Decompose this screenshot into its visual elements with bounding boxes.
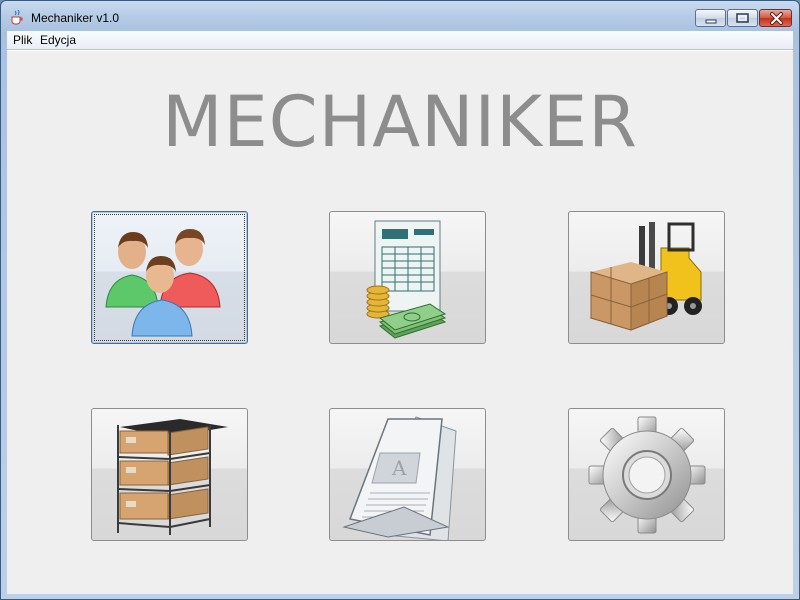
minimize-icon (705, 19, 717, 24)
minimize-button[interactable] (695, 9, 726, 27)
java-cup-icon (11, 10, 23, 25)
warehouse-shelves-icon (117, 419, 228, 535)
invoice-money-icon (366, 220, 447, 339)
application-window: Mechaniker v1.0 Plik Edycja MECHANIKER A (0, 0, 800, 600)
users-icon (105, 229, 221, 337)
documents-button[interactable]: A (329, 408, 486, 541)
forklift-icon (589, 222, 702, 331)
warehouse-button[interactable] (91, 408, 248, 541)
documents-icon: A (342, 416, 457, 540)
app-heading: MECHANIKER (162, 81, 638, 163)
settings-button[interactable] (568, 408, 725, 541)
maximize-icon (736, 13, 749, 23)
menu-bar: Plik Edycja (7, 31, 793, 50)
window-title: Mechaniker v1.0 (31, 11, 120, 25)
menu-plik[interactable]: Plik (13, 33, 32, 47)
title-bar[interactable]: Mechaniker v1.0 (1, 1, 799, 31)
menu-edycja[interactable]: Edycja (40, 33, 76, 47)
delivery-button[interactable] (568, 211, 725, 344)
finance-button[interactable] (329, 211, 486, 344)
main-panel: MECHANIKER A (7, 50, 793, 594)
svg-text:A: A (391, 456, 407, 480)
settings-gear-icon (588, 416, 706, 534)
close-button[interactable] (759, 9, 792, 27)
close-icon (770, 12, 783, 25)
users-button[interactable] (91, 211, 248, 344)
maximize-button[interactable] (727, 9, 758, 27)
